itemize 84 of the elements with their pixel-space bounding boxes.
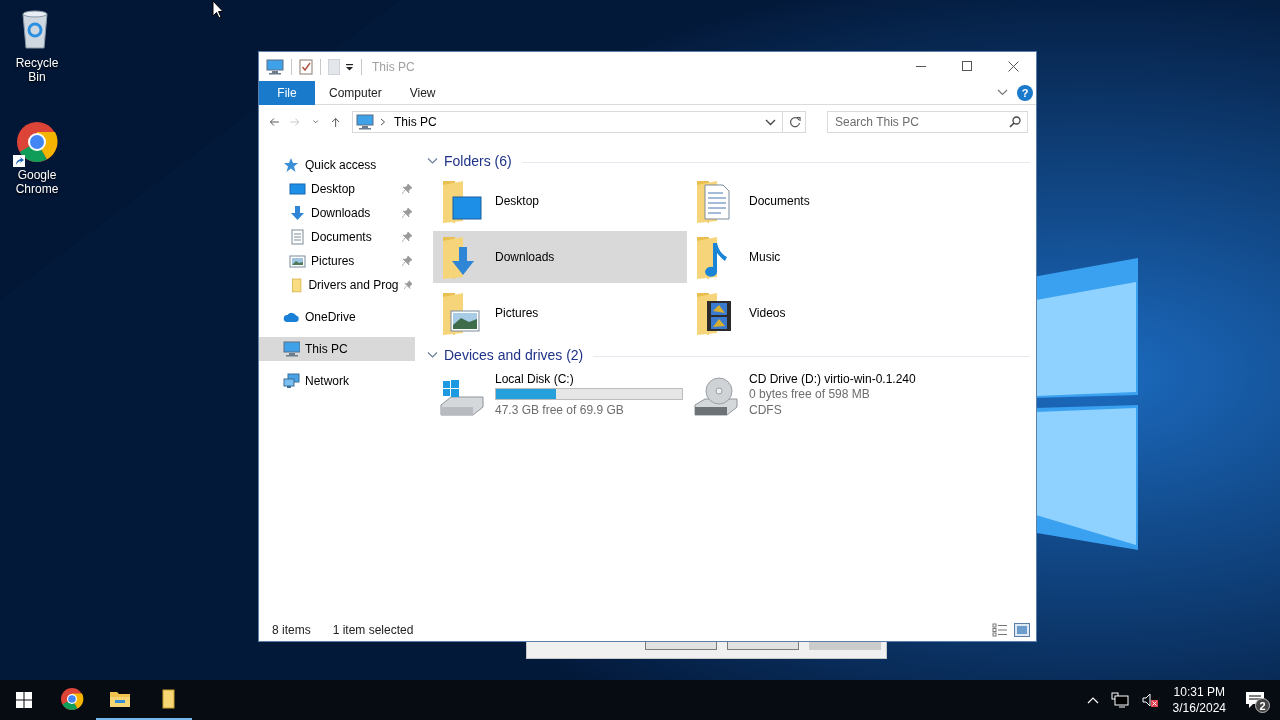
notification-count: 2 [1255,698,1270,713]
drive-detail: 47.3 GB free of 69.9 GB [495,402,625,418]
close-icon[interactable] [1007,61,1019,72]
chrome-icon [15,120,59,164]
desktop-icon-label[interactable]: Recycle Bin [0,56,74,84]
star-icon [283,157,300,173]
picture-icon [289,253,306,269]
pin-icon[interactable] [402,232,412,242]
navigation-item[interactable]: Pictures [259,249,415,273]
folder-tile[interactable]: Pictures [433,287,687,339]
shortcut-arrow-icon [13,155,25,167]
network-icon[interactable] [1110,692,1129,708]
computer-icon [283,341,300,357]
start-windows-icon[interactable] [16,692,32,708]
folder-tile[interactable]: Music [687,231,941,283]
folder-tile[interactable]: Documents [687,175,941,227]
computer-icon [266,58,284,75]
navigation-item[interactable]: Drivers and Prog [259,273,415,297]
navigation-item[interactable]: Desktop [259,177,415,201]
collapse-chevron-icon[interactable] [427,351,438,359]
item-name: Downloads [495,250,555,264]
dialog-button[interactable] [727,642,799,650]
dropdown-caret-icon[interactable] [345,62,354,71]
clock[interactable]: 10:31 PM 3/16/2024 [1172,684,1226,716]
search-field[interactable]: Search This PC [827,111,1028,133]
item-name: Pictures [495,306,539,320]
details-view-icon[interactable] [992,623,1008,637]
navigation-item[interactable]: This PC [259,337,415,361]
refresh-icon[interactable] [789,116,801,128]
drive-detail: CDFS [749,402,783,418]
breadcrumb-item[interactable]: This PC [394,115,437,129]
navigation-item[interactable]: Network [259,369,415,393]
navigation-item[interactable]: Downloads [259,201,415,225]
breadcrumb-chevron-icon [380,118,386,126]
maximize-icon[interactable] [961,61,973,72]
item-name: Videos [749,306,786,320]
drive-detail: 0 bytes free of 598 MB [749,386,871,402]
desktop-icon [289,181,306,197]
address-bar[interactable]: This PC [352,111,806,133]
navigation-item[interactable]: Quick access [259,153,415,177]
folder-tile[interactable]: Desktop [433,175,687,227]
search-icon[interactable] [1009,116,1021,128]
item-count: 8 items [272,623,311,637]
item-name: Local Disk (C:) [495,372,575,386]
selection-count: 1 item selected [332,623,414,637]
item-name: Documents [749,194,810,208]
dropdown-caret-icon[interactable] [765,118,776,126]
ribbon-tab[interactable]: View [395,80,450,105]
item-name: CD Drive (D:) virtio-win-0.1.240 [749,372,916,386]
network-icon [283,373,300,389]
volume-muted-icon[interactable] [1140,692,1159,708]
folder-tile[interactable]: Downloads [433,231,687,283]
pin-icon[interactable] [402,208,412,218]
cursor-icon [212,0,224,19]
desktop-icon-label[interactable]: Google Chrome [0,168,74,196]
pin-icon[interactable] [403,280,412,290]
group-header[interactable]: Folders (6) [444,153,512,169]
back-arrow-icon[interactable] [269,115,281,129]
folder-icon [289,277,304,293]
ribbon-tab[interactable]: Computer [315,80,396,105]
item-name: Desktop [495,194,540,208]
help-button[interactable]: ? [1017,84,1033,101]
item-name: Music [749,250,781,264]
show-hidden-icons-icon[interactable] [1086,696,1099,704]
large-icons-view-icon[interactable] [1014,623,1030,637]
document-icon [289,229,306,245]
drive-tile[interactable]: Local Disk (C:) 47.3 GB free of 69.9 GB [433,369,687,421]
folder-tile[interactable]: Videos [687,287,941,339]
dialog-button[interactable] [645,642,717,650]
window-title: This PC [372,59,415,74]
properties-icon[interactable] [299,58,313,75]
chrome-icon [60,687,84,711]
group-header[interactable]: Devices and drives (2) [444,347,584,363]
computer-icon [356,114,374,130]
expand-ribbon-icon[interactable] [997,89,1008,96]
file-tab[interactable]: File [259,80,315,105]
download-arrow-icon [289,205,306,221]
pin-icon[interactable] [402,184,412,194]
drive-tile[interactable]: CD Drive (D:) virtio-win-0.1.240 0 bytes free of 598 MB CDFS [687,369,941,421]
collapse-chevron-icon[interactable] [427,157,438,165]
pin-icon[interactable] [402,256,412,266]
navigation-item[interactable]: OneDrive [259,305,415,329]
navigation-item[interactable]: Documents [259,225,415,249]
up-arrow-icon[interactable] [329,115,341,129]
